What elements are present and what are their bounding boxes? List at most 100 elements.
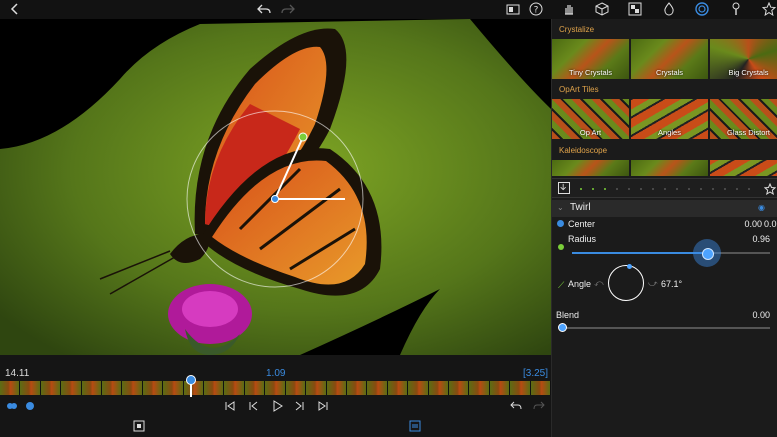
timeline-frame: [448, 381, 470, 395]
category-title: Crystalize: [559, 25, 595, 34]
blend-slider[interactable]: [562, 327, 770, 329]
drop-icon[interactable]: [661, 1, 677, 17]
redo-icon[interactable]: [280, 1, 296, 17]
page-dot: [616, 188, 618, 190]
blend-label: Blend: [556, 310, 580, 320]
page-dot: [652, 188, 654, 190]
angle-pin-icon: ⟋: [558, 280, 565, 290]
playhead[interactable]: [186, 375, 196, 385]
duration: [3.25]: [523, 368, 549, 379]
keyframe-icon[interactable]: [23, 399, 37, 413]
step-back-icon[interactable]: [246, 399, 260, 413]
marker-time: 1.09: [266, 368, 286, 379]
page-dot: [736, 188, 738, 190]
timeline-frame: [142, 381, 164, 395]
timeline-frame: [306, 381, 327, 395]
visibility-icon[interactable]: ◉: [758, 203, 765, 212]
layers-icon[interactable]: [627, 1, 643, 17]
playhead-line: [190, 383, 192, 397]
star-icon[interactable]: [761, 1, 777, 17]
timeline-frame: [102, 381, 123, 395]
compare-icon[interactable]: [505, 1, 521, 17]
effect-thumb[interactable]: Angles: [631, 99, 708, 139]
timeline-frame: [265, 381, 286, 395]
timeline-frame: [244, 381, 266, 395]
timeline-frame: [0, 381, 21, 395]
timeline-frame: [489, 381, 511, 395]
page-dot: [592, 188, 594, 190]
loop-icon[interactable]: [5, 399, 19, 413]
effect-header[interactable]: ⌄ Twirl ◉: [552, 200, 777, 217]
rotate-right-icon[interactable]: ⤻: [648, 278, 658, 289]
brush-icon[interactable]: [728, 1, 744, 17]
image-canvas[interactable]: [0, 19, 551, 355]
category-title: OpArt Tiles: [559, 85, 599, 94]
timeline-frame: [285, 381, 307, 395]
fit-icon[interactable]: [132, 419, 146, 433]
timeline: 14.11 1.09 [3.25]: [0, 355, 551, 437]
timeline-frame: [122, 381, 143, 395]
swap-icon[interactable]: [408, 419, 422, 433]
center-dot-icon: [557, 220, 564, 227]
effect-thumb[interactable]: Op Art: [552, 99, 629, 139]
step-forward-icon[interactable]: [293, 399, 307, 413]
timeline-frame: [326, 381, 347, 395]
blend-slider-knob[interactable]: [558, 323, 567, 332]
cube-icon[interactable]: [594, 1, 610, 17]
radius-value: 0.96: [752, 234, 770, 244]
radius-slider-knob[interactable]: [692, 239, 721, 267]
radius-label: Radius: [568, 234, 597, 244]
timeline-frame: [510, 381, 531, 395]
skip-end-icon[interactable]: [316, 399, 330, 413]
undo-icon[interactable]: [256, 1, 272, 17]
page-dot: [604, 188, 606, 190]
center-y-value[interactable]: 0.0: [764, 219, 777, 229]
timeline-frame: [204, 381, 225, 395]
butterfly-photo: [0, 19, 551, 355]
current-time: 14.11: [5, 368, 30, 379]
effects-panel: Crystalize Tiny Crystals Crystals Big Cr…: [551, 19, 777, 437]
angle-value: 67.1°: [661, 279, 683, 289]
timeline-strip[interactable]: [0, 381, 551, 395]
timeline-frame: [530, 381, 551, 395]
top-toolbar: ?: [0, 0, 777, 19]
effect-thumb[interactable]: [710, 160, 777, 176]
timeline-frame: [20, 381, 41, 395]
page-dot: [580, 188, 582, 190]
effect-thumb[interactable]: Crystals: [631, 39, 708, 79]
effect-thumb[interactable]: [631, 160, 708, 176]
page-dot: [724, 188, 726, 190]
center-x-value[interactable]: 0.00: [732, 219, 762, 229]
timeline-redo-icon[interactable]: [532, 399, 546, 413]
blend-value: 0.00: [752, 310, 770, 320]
page-dot: [628, 188, 630, 190]
timeline-frame: [61, 381, 82, 395]
effect-name: Twirl: [570, 202, 591, 213]
category-title: Kaleidoscope: [559, 146, 608, 155]
page-dot: [712, 188, 714, 190]
timeline-frame: [163, 381, 184, 395]
hand-icon[interactable]: [561, 1, 577, 17]
effect-thumb[interactable]: Glass Distort: [710, 99, 777, 139]
skip-start-icon[interactable]: [223, 399, 237, 413]
timeline-frame: [408, 381, 429, 395]
rotate-left-icon[interactable]: ⤺: [594, 278, 604, 289]
effect-thumb[interactable]: [552, 160, 629, 176]
effects-icon[interactable]: [694, 1, 710, 17]
download-icon[interactable]: [558, 182, 570, 194]
preset-toolbar: [552, 178, 777, 198]
collapse-icon[interactable]: ⌄: [557, 203, 564, 212]
favorite-icon[interactable]: [763, 182, 777, 196]
play-icon[interactable]: [270, 399, 284, 413]
timeline-frame: [40, 381, 62, 395]
page-dot: [748, 188, 750, 190]
timeline-undo-icon[interactable]: [509, 399, 523, 413]
timeline-frame: [428, 381, 449, 395]
back-icon[interactable]: [7, 1, 23, 17]
timeline-frame: [387, 381, 409, 395]
effect-thumb[interactable]: Big Crystals: [710, 39, 777, 79]
effect-thumb[interactable]: Tiny Crystals: [552, 39, 629, 79]
timeline-frame: [346, 381, 368, 395]
angle-dial[interactable]: [608, 265, 644, 301]
help-icon[interactable]: ?: [528, 1, 544, 17]
